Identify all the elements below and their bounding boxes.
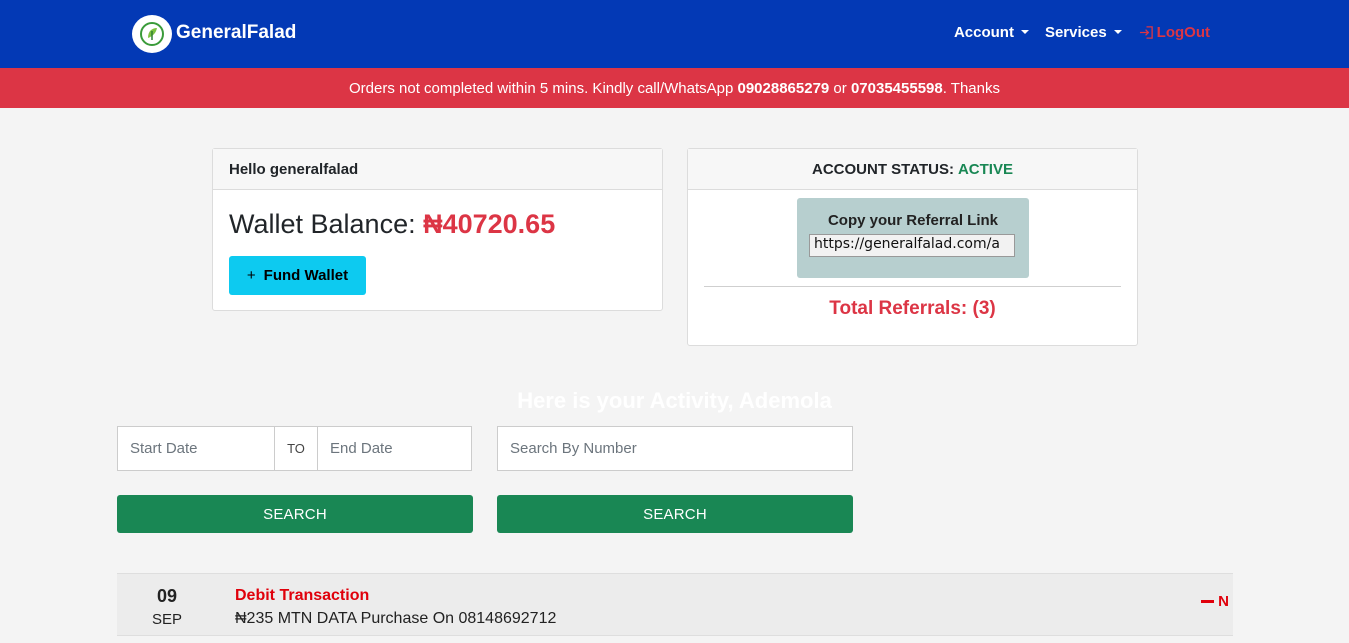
wallet-card: Hello generalfalad Wallet Balance: ₦4072…	[212, 148, 663, 311]
status-label: ACCOUNT STATUS:	[812, 160, 954, 178]
account-status-card: ACCOUNT STATUS: ACTIVE Copy your Referra…	[687, 148, 1138, 346]
referral-link-input[interactable]: https://generalfalad.com/a	[809, 234, 1015, 257]
number-search-button[interactable]: SEARCH	[497, 495, 853, 533]
account-status: ACCOUNT STATUS: ACTIVE	[688, 149, 1137, 190]
total-referrals: Total Referrals: (3)	[829, 298, 996, 319]
transaction-month: SEP	[151, 611, 182, 628]
logout-link[interactable]: LogOut	[1139, 24, 1210, 41]
end-date-input[interactable]: End Date	[318, 427, 471, 470]
top-navbar: GeneralFalad Account Services LogOut	[0, 0, 1349, 68]
logo-icon	[132, 15, 172, 53]
referral-box: Copy your Referral Link https://generalf…	[797, 198, 1029, 278]
services-label: Services	[1044, 24, 1107, 41]
fund-wallet-label: Fund Wallet	[263, 267, 349, 284]
notice-banner: Orders not completed within 5 mins. Kind…	[0, 68, 1349, 108]
logout-icon	[1139, 26, 1153, 39]
logout-label: LogOut	[1156, 24, 1210, 41]
start-date-input[interactable]: Start Date	[118, 427, 274, 470]
notice-text-or: or	[829, 79, 851, 97]
transaction-amount-value: N	[1218, 593, 1229, 610]
date-range-group: Start Date TO End Date	[117, 426, 472, 471]
nav-menu: Account Services LogOut	[954, 24, 1210, 41]
transaction-day: 09	[156, 586, 178, 606]
date-to-label: TO	[274, 427, 318, 470]
search-number-input[interactable]: Search By Number	[497, 426, 853, 471]
transaction-amount: N	[1201, 593, 1229, 610]
notice-phone-2: 07035455598	[850, 79, 943, 97]
wallet-balance-amount: ₦40720.65	[423, 209, 556, 239]
account-label: Account	[953, 24, 1014, 41]
fund-wallet-button[interactable]: + Fund Wallet	[229, 256, 366, 295]
divider	[704, 286, 1121, 287]
minus-icon	[1201, 600, 1215, 603]
account-dropdown[interactable]: Account	[954, 24, 1029, 41]
activity-title: Here is your Activity, Ademola	[517, 388, 832, 413]
plus-icon: +	[246, 267, 256, 284]
notice-phone-1: 09028865279	[737, 79, 830, 97]
caret-down-icon	[1113, 29, 1122, 34]
wallet-balance-label: Wallet Balance:	[229, 209, 424, 239]
brand[interactable]: GeneralFalad	[132, 15, 296, 53]
notice-text-thanks: . Thanks	[942, 79, 1000, 97]
date-search-button[interactable]: SEARCH	[117, 495, 473, 533]
notice-text: Orders not completed within 5 mins. Kind…	[349, 79, 738, 97]
status-badge: ACTIVE	[957, 160, 1013, 178]
transaction-type: Debit Transaction	[235, 587, 370, 604]
transaction-description: ₦235 MTN DATA Purchase On 08148692712	[235, 610, 557, 627]
greeting: Hello generalfalad	[213, 149, 662, 190]
caret-down-icon	[1020, 29, 1029, 34]
wallet-balance: Wallet Balance: ₦40720.65	[229, 209, 555, 240]
transaction-row[interactable]: 09 SEP Debit Transaction ₦235 MTN DATA P…	[117, 573, 1233, 636]
referral-title: Copy your Referral Link	[827, 212, 999, 229]
services-dropdown[interactable]: Services	[1045, 24, 1122, 41]
brand-name: GeneralFalad	[176, 22, 297, 43]
